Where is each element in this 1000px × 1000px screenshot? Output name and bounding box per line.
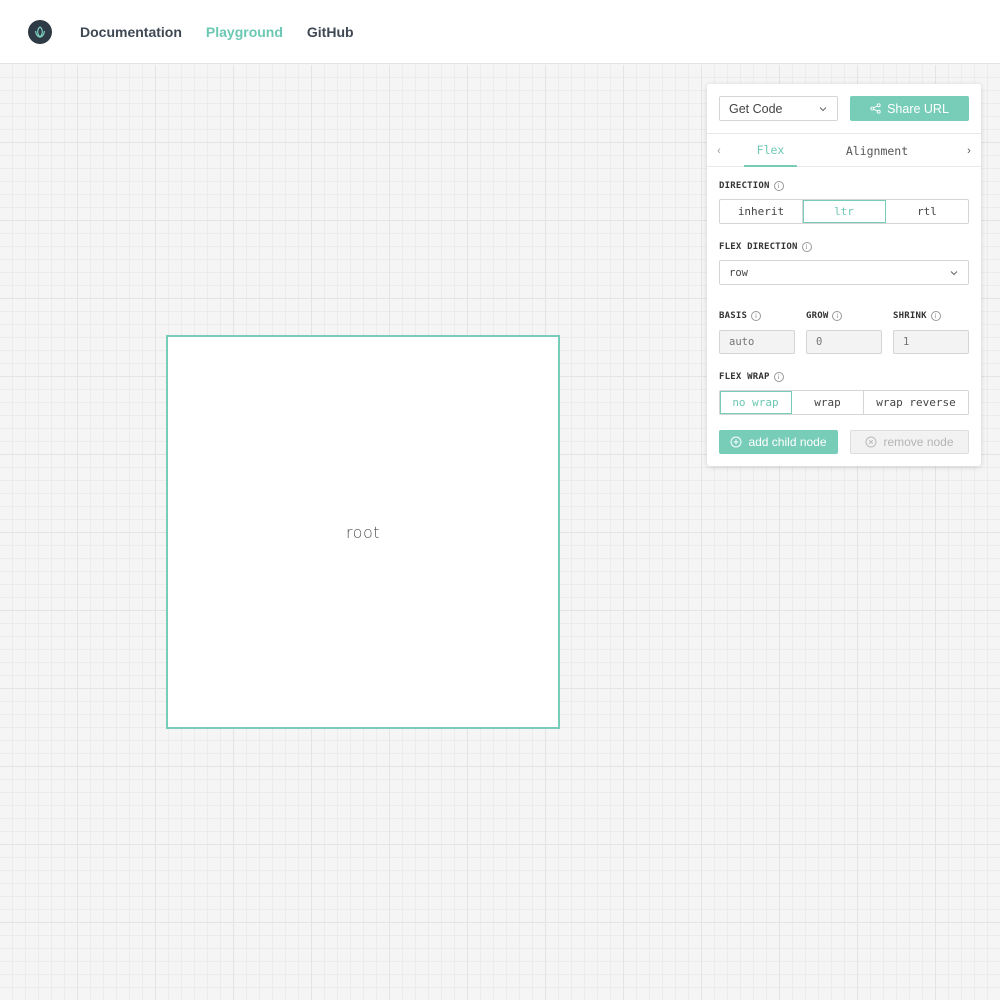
chevron-down-icon (950, 270, 958, 275)
shrink-label: SHRINK i (893, 311, 941, 321)
flex-wrap-label: FLEX WRAP i (719, 372, 784, 382)
tab-scroll-left-icon[interactable]: ‹ (707, 134, 731, 167)
shrink-input[interactable] (893, 330, 969, 354)
direction-option-inherit[interactable]: inherit (720, 200, 803, 223)
flex-wrap-segmented-control: no wrap wrap wrap reverse (719, 390, 969, 415)
info-icon[interactable]: i (773, 372, 784, 382)
main-nav: Documentation Playground GitHub (80, 0, 378, 64)
grow-input[interactable] (806, 330, 882, 354)
share-url-button[interactable]: Share URL (850, 96, 969, 121)
remove-node-button[interactable]: remove node (850, 430, 969, 454)
flex-direction-label-text: FLEX DIRECTION (719, 242, 798, 252)
basis-label-text: BASIS (719, 311, 748, 321)
flex-direction-label: FLEX DIRECTION i (719, 242, 812, 252)
share-icon (870, 103, 881, 114)
direction-option-ltr[interactable]: ltr (803, 200, 886, 223)
share-url-label: Share URL (887, 101, 949, 116)
info-icon[interactable]: i (832, 311, 843, 321)
direction-option-rtl[interactable]: rtl (886, 200, 968, 223)
tab-scroll-right-icon[interactable]: › (957, 134, 981, 167)
flex-wrap-option-wrap-reverse[interactable]: wrap reverse (864, 391, 968, 414)
direction-segmented-control: inherit ltr rtl (719, 199, 969, 224)
chevron-down-icon (819, 106, 827, 111)
panel-tabs: ‹ Flex Alignment › (707, 133, 981, 167)
get-code-label: Get Code (729, 101, 783, 116)
direction-label-text: DIRECTION (719, 181, 770, 191)
flex-wrap-option-no-wrap[interactable]: no wrap (720, 391, 792, 414)
top-navbar: Documentation Playground GitHub (0, 0, 1000, 64)
flex-direction-value: row (729, 266, 748, 279)
grow-label-text: GROW (806, 311, 829, 321)
info-icon[interactable]: i (801, 242, 812, 252)
get-code-select[interactable]: Get Code (719, 96, 838, 121)
root-node[interactable]: root (166, 335, 560, 729)
remove-circle-icon (865, 436, 877, 448)
remove-node-label: remove node (883, 435, 954, 449)
panel-toolbar: Get Code Share URL (719, 96, 969, 121)
tab-alignment[interactable]: Alignment (835, 134, 919, 167)
basis-input[interactable] (719, 330, 795, 354)
logo-icon[interactable] (28, 20, 52, 44)
direction-label: DIRECTION i (719, 181, 784, 191)
plus-circle-icon (730, 436, 742, 448)
nav-link-documentation[interactable]: Documentation (80, 24, 182, 40)
nav-link-github[interactable]: GitHub (307, 24, 354, 40)
grow-label: GROW i (806, 311, 843, 321)
shrink-label-text: SHRINK (893, 311, 927, 321)
add-child-node-button[interactable]: add child node (719, 430, 838, 454)
nav-link-playground[interactable]: Playground (206, 24, 283, 40)
add-child-node-label: add child node (748, 435, 827, 449)
info-icon[interactable]: i (930, 311, 941, 321)
flex-direction-select[interactable]: row (719, 260, 969, 285)
properties-panel: Get Code Share URL ‹ Flex Alignment › DI… (707, 84, 981, 466)
tab-flex[interactable]: Flex (744, 134, 797, 167)
flex-wrap-option-wrap[interactable]: wrap (792, 391, 864, 414)
flex-wrap-label-text: FLEX WRAP (719, 372, 770, 382)
info-icon[interactable]: i (751, 311, 762, 321)
basis-label: BASIS i (719, 311, 762, 321)
root-node-label: root (345, 522, 381, 542)
info-icon[interactable]: i (773, 181, 784, 191)
